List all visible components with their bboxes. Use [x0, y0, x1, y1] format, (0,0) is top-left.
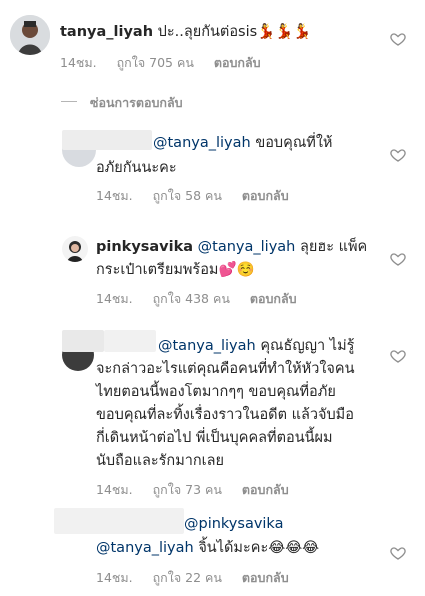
comment-body: จิ้นได้มะคะ😂😂😂 — [198, 540, 320, 556]
mention-link[interactable]: @tanya_liyah — [158, 338, 256, 354]
profile-photo-icon — [62, 236, 88, 262]
blurred-username — [62, 130, 152, 150]
like-count[interactable]: ถูกใจ 22 คน — [153, 570, 222, 585]
comment-text-line: กี่เดินหน้าต่อไป พี่เป็นบุคคลที่ตอนนี้ผม — [96, 430, 333, 446]
comment-body: ขอบคุณที่ให้ — [255, 135, 333, 151]
heart-icon[interactable] — [390, 348, 406, 364]
comment-text-line: นับถือและรักมากเลย — [96, 453, 225, 469]
comment-text: @pinkysavika — [184, 513, 283, 535]
comment-text-line: @tanya_liyah จิ้นได้มะคะ😂😂😂 — [96, 537, 319, 559]
comment-meta: 14ชม. ถูกใจ 58 คน ตอบกลับ — [96, 186, 305, 206]
blurred-username — [54, 508, 184, 534]
like-count[interactable]: ถูกใจ 438 คน — [153, 291, 230, 306]
heart-icon[interactable] — [390, 251, 406, 267]
comment-username[interactable]: tanya_liyah — [60, 24, 153, 40]
mention-link[interactable]: @tanya_liyah — [153, 135, 251, 151]
comment-text: tanya_liyah ปะ..ลุยกันต่อsis💃💃💃 — [60, 21, 311, 43]
heart-icon[interactable] — [390, 31, 406, 47]
comment-body: คุณธัญญา ไม่รู้ — [260, 338, 355, 354]
reply-button[interactable]: ตอบกลับ — [242, 482, 289, 497]
hide-replies-button[interactable]: ซ่อนการตอบกลับ — [90, 93, 183, 113]
comment-text-line: ไทยตอนนี้พองโตมากๆๆ ขอบคุณที่อภัย — [96, 384, 336, 400]
blurred-username — [104, 330, 156, 352]
comment-time: 14ชม. — [96, 291, 133, 306]
comment-meta: 14ชม. ถูกใจ 22 คน ตอบกลับ — [96, 568, 305, 588]
comment-text: pinkysavika @tanya_liyah ลุยฮะ แพ็ค — [96, 236, 367, 258]
mention-link[interactable]: @tanya_liyah — [198, 239, 296, 255]
comment-username[interactable]: pinkysavika — [96, 239, 193, 255]
comment-text-line: ขอบคุณที่ละทิ้งเรื่องราวในอดีต แล้วจับมื… — [96, 407, 354, 423]
reply-button[interactable]: ตอบกลับ — [214, 55, 261, 70]
heart-icon[interactable] — [390, 147, 406, 163]
like-count[interactable]: ถูกใจ 58 คน — [153, 188, 222, 203]
comment-meta: 14ชม. ถูกใจ 705 คน ตอบกลับ — [60, 53, 277, 73]
hide-replies-line — [61, 101, 77, 102]
comment-body: ลุยฮะ แพ็ค — [299, 239, 368, 255]
mention-link[interactable]: @pinkysavika — [184, 516, 283, 532]
avatar[interactable] — [10, 15, 50, 55]
mention-link[interactable]: @tanya_liyah — [96, 540, 194, 556]
comment-text-line: กระเป๋าเตรียมพร้อม💕☺️ — [96, 262, 255, 278]
reply-button[interactable]: ตอบกลับ — [242, 570, 289, 585]
profile-photo-icon — [10, 15, 50, 55]
comment-text-line: จะกล่าวอะไรแต่คุณคือคนที่ทำให้หัวใจคน — [96, 361, 355, 377]
comment-meta: 14ชม. ถูกใจ 73 คน ตอบกลับ — [96, 480, 305, 500]
like-count[interactable]: ถูกใจ 73 คน — [153, 482, 222, 497]
comment-time: 14ชม. — [96, 188, 133, 203]
comment-meta: 14ชม. ถูกใจ 438 คน ตอบกลับ — [96, 289, 313, 309]
avatar[interactable] — [62, 236, 88, 262]
comment-text: @tanya_liyah ขอบคุณที่ให้ — [153, 132, 333, 154]
heart-icon[interactable] — [390, 545, 406, 561]
comment-body: ปะ..ลุยกันต่อsis💃💃💃 — [157, 24, 312, 40]
like-count[interactable]: ถูกใจ 705 คน — [117, 55, 194, 70]
comment-time: 14ชม. — [96, 570, 133, 585]
comment-text-line: อภัยกันนะคะ — [96, 160, 177, 176]
reply-button[interactable]: ตอบกลับ — [242, 188, 289, 203]
comment-text: @tanya_liyah คุณธัญญา ไม่รู้ — [158, 335, 354, 357]
reply-button[interactable]: ตอบกลับ — [250, 291, 297, 306]
blurred-username — [62, 330, 104, 352]
comment-time: 14ชม. — [60, 55, 97, 70]
comment-time: 14ชม. — [96, 482, 133, 497]
